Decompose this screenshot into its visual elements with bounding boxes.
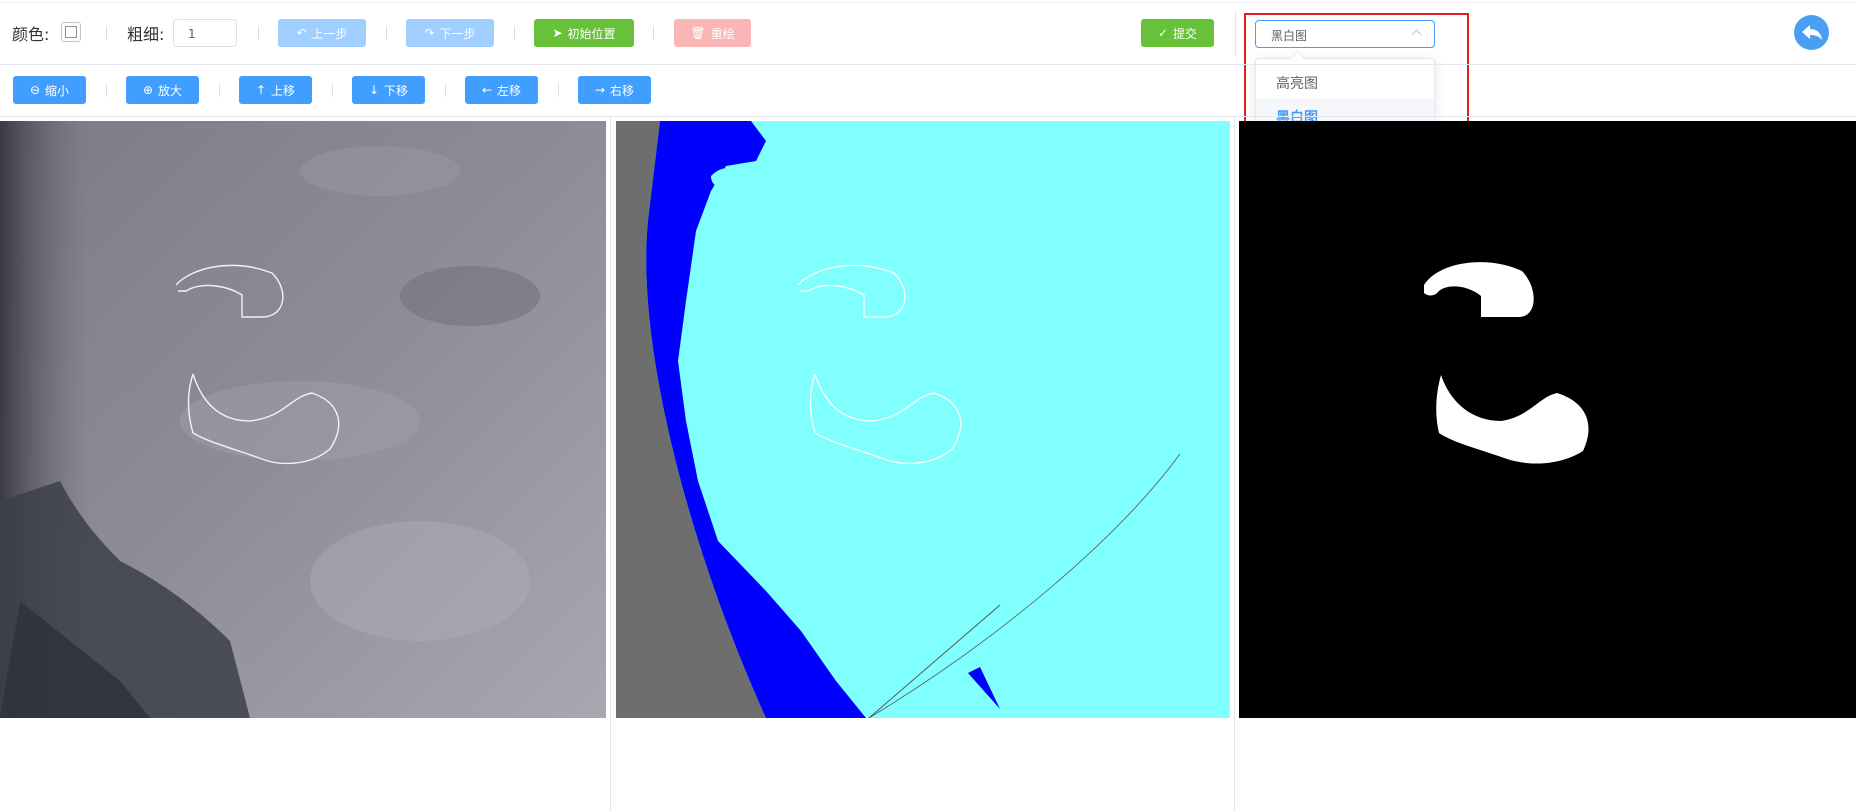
- navigation-icon: ➤: [552, 26, 563, 40]
- zoom-out-button[interactable]: ⊖ 缩小: [13, 76, 86, 104]
- reset-button[interactable]: 🗑 重绘: [674, 19, 751, 47]
- divider: [653, 26, 654, 40]
- width-value: 1: [188, 27, 196, 41]
- init-position-button[interactable]: ➤ 初始位置: [534, 19, 634, 47]
- move-left-button[interactable]: ← 左移: [465, 76, 538, 104]
- zoom-in-button[interactable]: ⊕ 放大: [126, 76, 199, 104]
- move-right-label: 右移: [610, 83, 635, 98]
- arrow-left-icon: ←: [481, 83, 493, 97]
- divider: [445, 83, 446, 97]
- zoom-out-label: 缩小: [45, 83, 70, 98]
- move-right-button[interactable]: → 右移: [578, 76, 651, 104]
- divider: [514, 26, 515, 40]
- divider: [106, 26, 107, 40]
- init-position-label: 初始位置: [567, 26, 616, 41]
- arrow-up-icon: ↑: [255, 83, 267, 97]
- redo-icon: ↷: [424, 26, 435, 40]
- divider: [219, 83, 220, 97]
- width-label: 粗细:: [127, 25, 165, 44]
- zoom-in-icon: ⊕: [142, 83, 154, 97]
- submit-button[interactable]: ✓ 提交: [1141, 19, 1214, 47]
- divider: [258, 26, 259, 40]
- mask-image-canvas[interactable]: [616, 121, 1230, 719]
- divider: [558, 83, 559, 97]
- zoom-in-label: 放大: [158, 83, 183, 98]
- divider: [332, 83, 333, 97]
- arrow-right-icon: →: [594, 83, 606, 97]
- column-divider: [1234, 116, 1235, 811]
- move-up-label: 上移: [271, 83, 296, 98]
- reset-label: 重绘: [710, 26, 735, 41]
- color-picker[interactable]: [61, 22, 81, 42]
- undo-label: 上一步: [311, 26, 348, 41]
- submit-label: 提交: [1173, 26, 1198, 41]
- divider: [386, 26, 387, 40]
- redo-button[interactable]: ↷ 下一步: [406, 19, 494, 47]
- back-button[interactable]: [1794, 15, 1829, 50]
- width-input[interactable]: 1: [173, 19, 237, 47]
- move-down-button[interactable]: ↓ 下移: [352, 76, 425, 104]
- trash-icon: 🗑: [690, 26, 706, 40]
- arrow-down-icon: ↓: [368, 83, 380, 97]
- redo-label: 下一步: [439, 26, 476, 41]
- move-down-label: 下移: [384, 83, 409, 98]
- satellite-image-canvas[interactable]: [0, 121, 606, 718]
- color-label: 颜色:: [12, 25, 50, 44]
- move-left-label: 左移: [497, 83, 522, 98]
- back-arrow-icon: [1802, 25, 1822, 40]
- check-icon: ✓: [1157, 26, 1169, 40]
- undo-button[interactable]: ↶ 上一步: [278, 19, 366, 47]
- divider: [106, 83, 107, 97]
- move-up-button[interactable]: ↑ 上移: [239, 76, 312, 104]
- binary-image-canvas[interactable]: [1239, 121, 1856, 718]
- toolbar-divider: [1235, 10, 1236, 56]
- color-swatch: [65, 26, 77, 38]
- zoom-out-icon: ⊖: [29, 83, 41, 97]
- column-divider: [610, 116, 611, 811]
- undo-icon: ↶: [296, 26, 307, 40]
